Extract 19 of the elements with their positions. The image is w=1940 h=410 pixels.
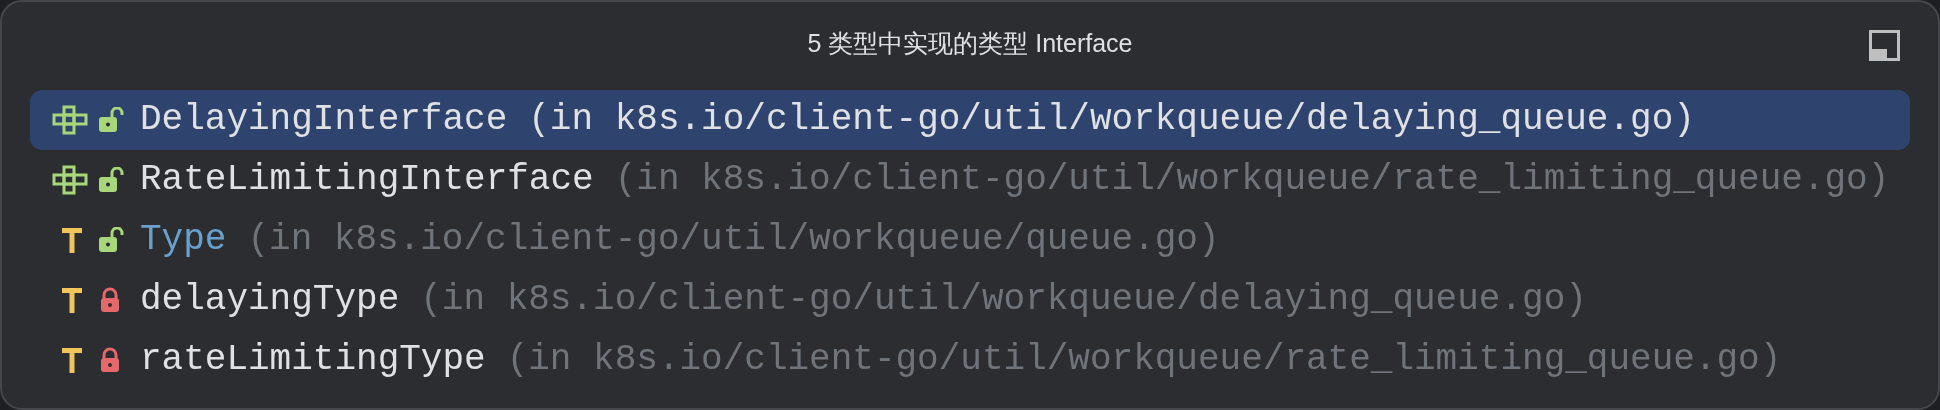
file-location: (in k8s.io/client-go/util/workqueue/queue.go)	[247, 218, 1220, 262]
file-location: (in k8s.io/client-go/util/workqueue/rate_limiting_queue.go)	[614, 158, 1890, 202]
dock-mode-icon[interactable]	[1869, 30, 1900, 61]
list-item[interactable]: delayingType (in k8s.io/client-go/util/workqueue/delaying_queue.go)	[30, 270, 1910, 330]
list-item[interactable]: DelayingInterface (in k8s.io/client-go/util/workqueue/delaying_queue.go)	[30, 90, 1910, 150]
type-name: DelayingInterface	[140, 98, 508, 142]
interface-icon	[52, 165, 90, 195]
type-name: Type	[140, 218, 227, 262]
list-item[interactable]: rateLimitingType (in k8s.io/client-go/util/workqueue/rate_limiting_queue.go)	[30, 330, 1910, 390]
list-item[interactable]: Type (in k8s.io/client-go/util/workqueue/queue.go)	[30, 210, 1910, 270]
type-name: RateLimitingInterface	[140, 158, 594, 202]
file-location: (in k8s.io/client-go/util/workqueue/rate_limiting_queue.go)	[506, 338, 1782, 382]
interface-icon	[52, 105, 90, 135]
type-name: rateLimitingType	[140, 338, 486, 382]
popup-title: 5 类型中实现的类型 Interface	[807, 28, 1133, 60]
file-location: (in k8s.io/client-go/util/workqueue/delaying_queue.go)	[420, 278, 1587, 322]
type-name: delayingType	[140, 278, 400, 322]
list-item[interactable]: RateLimitingInterface (in k8s.io/client-go/util/workqueue/rate_limiting_queue.go)	[30, 150, 1910, 210]
file-location: (in k8s.io/client-go/util/workqueue/delaying_queue.go)	[528, 98, 1695, 142]
